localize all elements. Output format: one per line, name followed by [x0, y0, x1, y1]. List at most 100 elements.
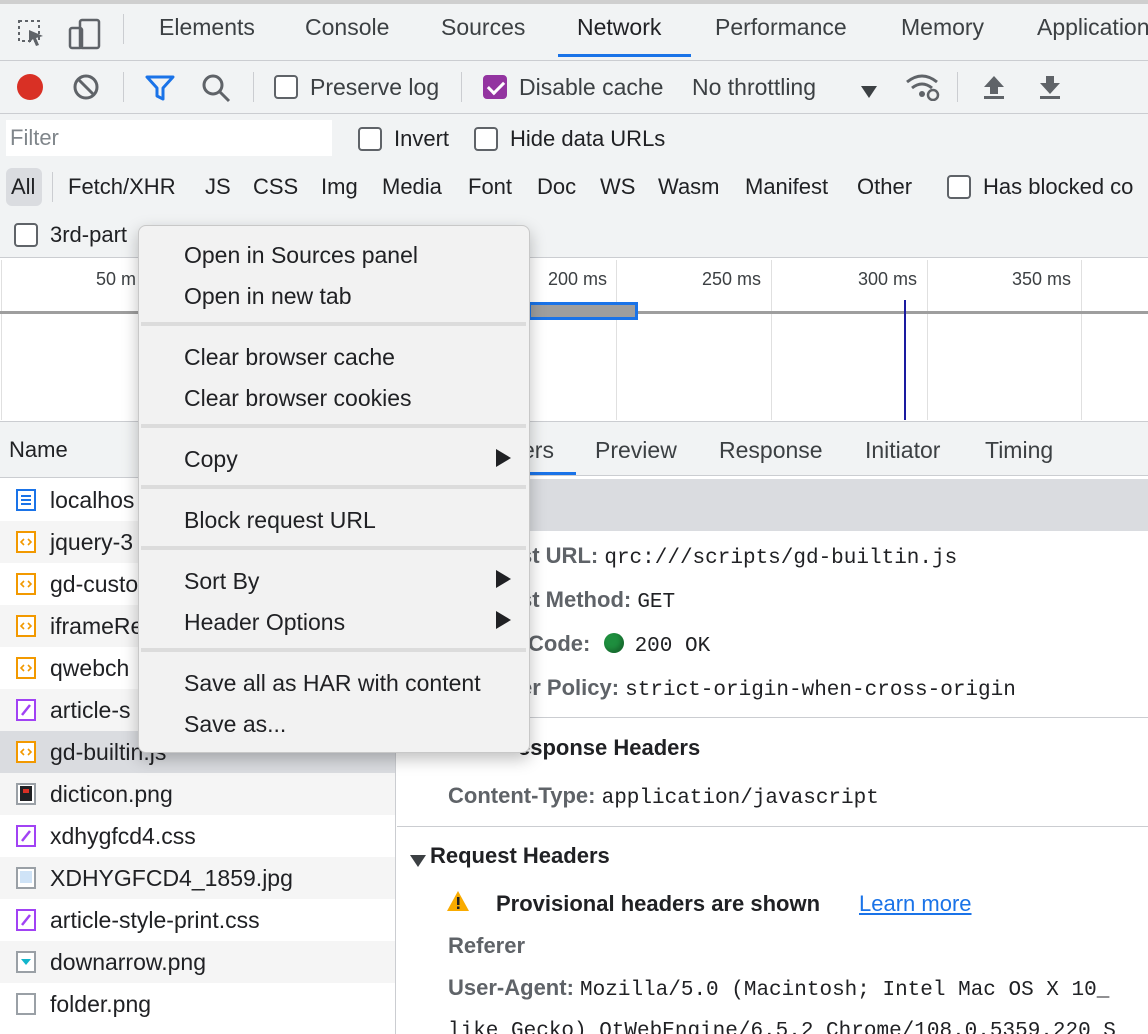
type-filter-img[interactable]: Img	[321, 174, 358, 200]
dropdown-arrow-icon[interactable]	[861, 80, 877, 106]
table-row[interactable]: downarrow.png	[0, 941, 395, 983]
menu-sort-by[interactable]: Sort By	[184, 568, 259, 595]
type-filter-doc[interactable]: Doc	[537, 174, 576, 200]
type-filter-manifest[interactable]: Manifest	[745, 174, 828, 200]
user-agent-value: Mozilla/5.0 (Macintosh; Intel Mac OS X 1…	[580, 979, 1110, 1002]
throttling-select[interactable]: No throttling	[692, 74, 816, 101]
import-har-icon[interactable]	[981, 74, 1007, 106]
table-row[interactable]: folder.png	[0, 983, 395, 1025]
tab-console[interactable]: Console	[305, 14, 389, 41]
type-filter-ws[interactable]: WS	[600, 174, 635, 200]
file-type-icon	[16, 867, 36, 889]
overview-gridline	[1, 260, 2, 420]
request-method-key: st Method:	[520, 587, 632, 612]
overview-tick-label: 50 m	[96, 269, 137, 289]
menu-save-har[interactable]: Save all as HAR with content	[184, 670, 481, 697]
request-method-row: st Method: GET	[520, 587, 675, 614]
overview-tick-label: 200 ms	[548, 269, 608, 289]
overview-gridline	[927, 260, 928, 420]
hide-data-urls-checkbox[interactable]	[474, 127, 498, 151]
request-name: article-s	[50, 697, 131, 723]
menu-separator	[141, 485, 526, 489]
type-filter-other[interactable]: Other	[857, 174, 912, 200]
filter-input[interactable]	[6, 120, 332, 156]
user-agent-key: User-Agent:	[448, 975, 574, 1000]
referrer-policy-key: er Policy:	[520, 675, 620, 700]
warning-icon	[446, 890, 470, 918]
request-url-row: st URL: qrc:///scripts/gd-builtin.js	[520, 543, 957, 570]
menu-copy[interactable]: Copy	[184, 446, 238, 473]
record-icon[interactable]	[16, 73, 44, 107]
type-filter-all[interactable]: All	[11, 174, 35, 200]
overview-tick-label: 350 ms	[1012, 269, 1072, 289]
table-row[interactable]: dicticon.png	[0, 773, 395, 815]
preserve-log-checkbox[interactable]	[274, 75, 298, 99]
disable-cache-checkbox[interactable]	[483, 75, 507, 99]
toolbar-separator	[957, 72, 958, 102]
menu-separator	[141, 424, 526, 428]
table-row[interactable]: xdhygfcd4.css	[0, 815, 395, 857]
tab-elements[interactable]: Elements	[159, 14, 255, 41]
expand-triangle-icon[interactable]	[410, 849, 426, 875]
table-row[interactable]: article-style-print.css	[0, 899, 395, 941]
menu-clear-cookies[interactable]: Clear browser cookies	[184, 385, 412, 412]
user-agent-row: User-Agent: Mozilla/5.0 (Macintosh; Inte…	[448, 975, 1109, 1002]
search-icon[interactable]	[201, 73, 231, 109]
learn-more-link[interactable]: Learn more	[859, 891, 972, 917]
request-method-value: GET	[637, 591, 676, 614]
menu-open-in-new-tab[interactable]: Open in new tab	[184, 283, 352, 310]
hide-data-urls-label: Hide data URLs	[510, 126, 666, 151]
network-conditions-icon[interactable]	[905, 73, 941, 107]
tab-preview[interactable]: Preview	[595, 437, 677, 464]
menu-clear-cache[interactable]: Clear browser cache	[184, 344, 395, 371]
menu-header-options[interactable]: Header Options	[184, 609, 345, 636]
tab-performance[interactable]: Performance	[715, 14, 847, 41]
type-filter-media[interactable]: Media	[382, 174, 442, 200]
type-filter-fetch-xhr[interactable]: Fetch/XHR	[68, 174, 176, 200]
section-divider	[397, 826, 1148, 827]
request-headers-title[interactable]: Request Headers	[430, 843, 610, 869]
referrer-policy-row: er Policy: strict-origin-when-cross-orig…	[520, 675, 1016, 702]
menu-separator	[141, 546, 526, 550]
status-ok-icon	[604, 633, 625, 653]
clear-icon[interactable]	[73, 74, 101, 108]
menu-save-as[interactable]: Save as...	[184, 711, 286, 738]
tab-memory[interactable]: Memory	[901, 14, 984, 41]
tab-application[interactable]: Application	[1037, 14, 1148, 41]
content-type-key: Content-Type:	[448, 783, 596, 808]
tab-network[interactable]: Network	[577, 14, 661, 41]
overview-tick-label: 300 ms	[858, 269, 918, 289]
filter-icon[interactable]	[145, 75, 175, 107]
request-name: jquery-3	[50, 529, 134, 555]
response-headers-title[interactable]: esponse Headers	[518, 735, 700, 761]
overview-gridline	[771, 260, 772, 420]
type-filter-css[interactable]: CSS	[253, 174, 298, 200]
request-name: gd-custo	[50, 571, 139, 597]
invert-label: Invert	[394, 126, 450, 151]
menu-open-in-sources[interactable]: Open in Sources panel	[184, 242, 418, 269]
inspect-element-icon[interactable]	[16, 18, 46, 54]
has-blocked-checkbox[interactable]	[947, 175, 971, 199]
file-type-icon	[16, 657, 36, 679]
tab-response[interactable]: Response	[719, 437, 823, 464]
active-tab-indicator	[558, 54, 691, 57]
request-name: downarrow.png	[50, 949, 206, 975]
tab-sources[interactable]: Sources	[441, 14, 525, 41]
type-filter-wasm[interactable]: Wasm	[658, 174, 720, 200]
third-party-checkbox[interactable]	[14, 223, 38, 247]
export-har-icon[interactable]	[1037, 74, 1063, 106]
tab-timing[interactable]: Timing	[985, 437, 1053, 464]
referrer-policy-value: strict-origin-when-cross-origin	[625, 679, 1016, 702]
menu-block-request-url[interactable]: Block request URL	[184, 507, 376, 534]
device-toolbar-icon[interactable]	[68, 18, 102, 56]
invert-checkbox[interactable]	[358, 127, 382, 151]
name-column-header[interactable]: Name	[9, 437, 68, 463]
provisional-headers-text: Provisional headers are shown	[496, 891, 821, 916]
type-filter-js[interactable]: JS	[205, 174, 231, 200]
toolbar-separator	[461, 72, 462, 102]
table-row[interactable]: XDHYGFCD4_1859.jpg	[0, 857, 395, 899]
file-type-icon	[16, 825, 36, 847]
submenu-arrow-icon	[496, 611, 511, 629]
tab-initiator[interactable]: Initiator	[865, 437, 940, 464]
type-filter-font[interactable]: Font	[468, 174, 512, 200]
